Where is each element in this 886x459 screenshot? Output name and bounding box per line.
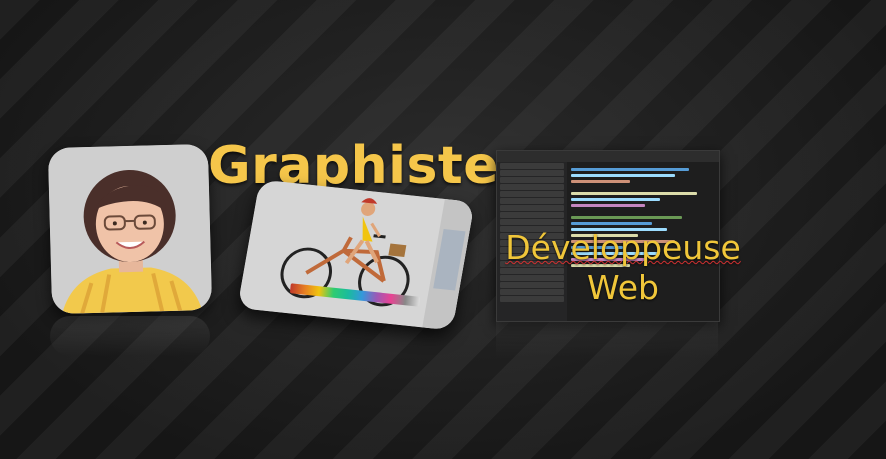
person-portrait-icon bbox=[47, 143, 213, 315]
cyclist-illustration-card bbox=[237, 179, 475, 331]
cyclist-icon bbox=[237, 179, 475, 331]
title-graphiste: Graphiste bbox=[208, 136, 500, 196]
title-dev-line2: Web bbox=[587, 268, 659, 307]
portrait-photo bbox=[47, 143, 213, 315]
title-dev-line1: Développeuse bbox=[505, 228, 741, 267]
editor-reflection bbox=[496, 322, 718, 358]
portrait-reflection bbox=[50, 316, 210, 356]
title-developpeuse-web: Développeuse Web bbox=[503, 228, 743, 308]
editor-menubar bbox=[497, 151, 719, 162]
